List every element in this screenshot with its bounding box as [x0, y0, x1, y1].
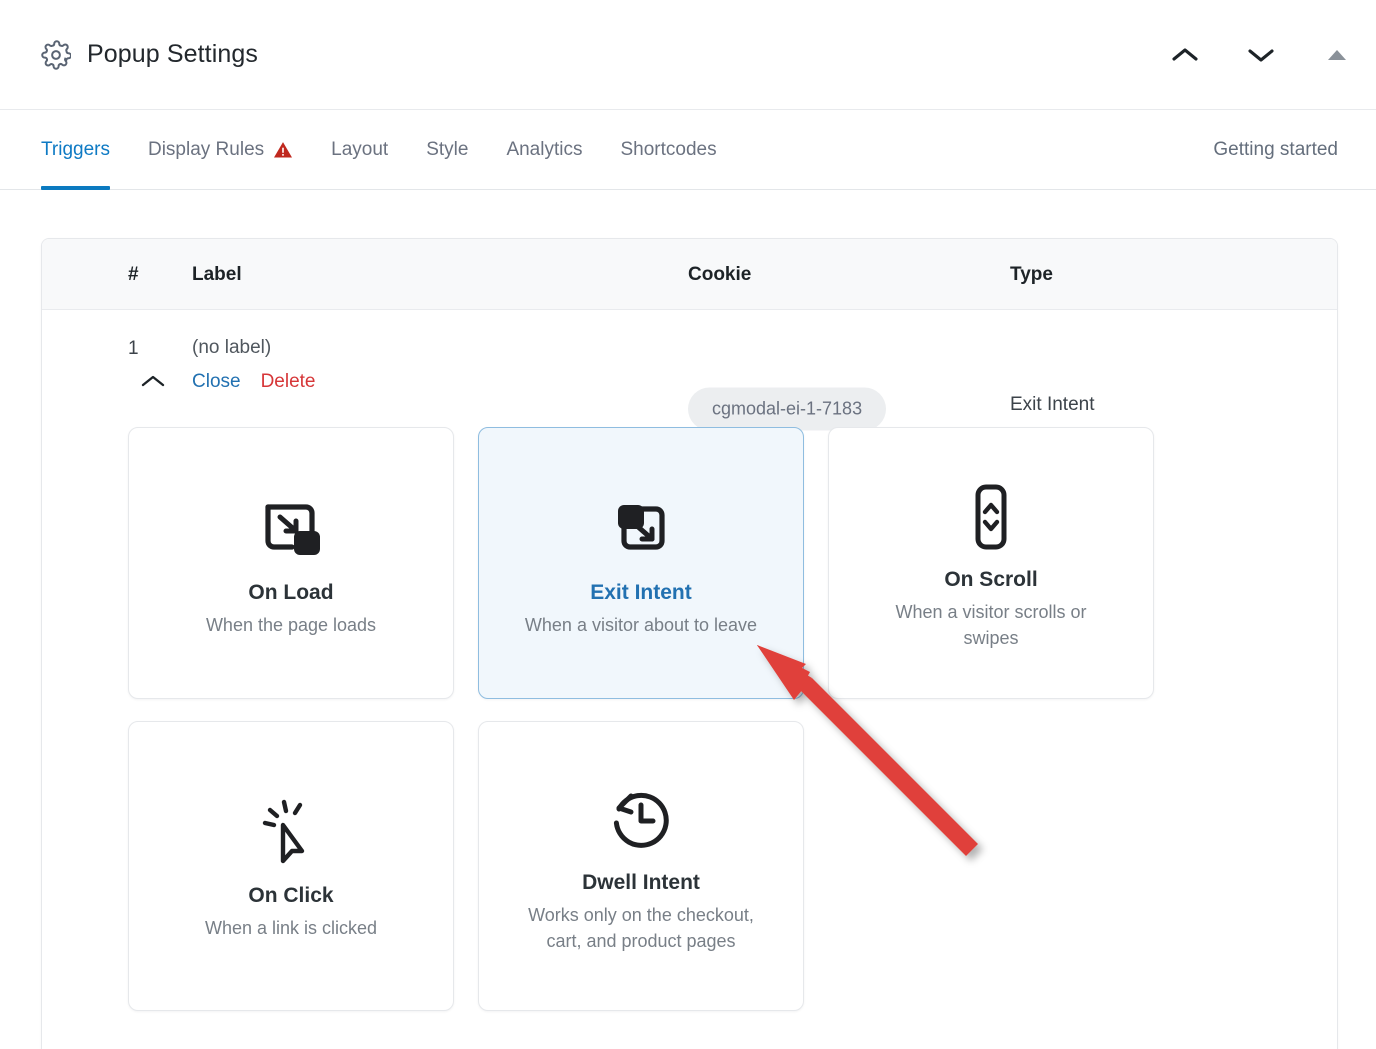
- move-up-button[interactable]: [1164, 34, 1206, 76]
- tab-layout[interactable]: Layout: [312, 110, 407, 190]
- trigger-card-desc: When a link is clicked: [204, 918, 378, 939]
- trigger-card-on-click[interactable]: On Click When a link is clicked: [128, 721, 454, 1011]
- cookie-badge: cgmodal-ei-1-7183: [688, 387, 887, 431]
- tab-label: Shortcodes: [620, 139, 717, 160]
- row-label: (no label): [192, 337, 272, 358]
- trigger-card-title: On Load: [248, 581, 334, 605]
- collapse-panel-button[interactable]: [1316, 34, 1358, 76]
- trigger-type-grid: On Load When the page loads Exit Intent …: [128, 427, 1154, 1011]
- column-header-type: Type: [1010, 263, 1053, 285]
- on-load-icon: [256, 487, 326, 573]
- warning-triangle-icon: [273, 141, 293, 159]
- trigger-card-on-load[interactable]: On Load When the page loads: [128, 427, 454, 699]
- popup-settings-screen: Popup Settings Triggers Display Rules La…: [0, 0, 1376, 1049]
- triggers-table-header: # Label Cookie Type: [42, 239, 1337, 310]
- trigger-card-title: On Scroll: [944, 568, 1038, 592]
- tab-label: Layout: [331, 139, 389, 160]
- move-down-button[interactable]: [1240, 34, 1282, 76]
- column-header-number: #: [128, 263, 139, 285]
- trigger-card-exit-intent[interactable]: Exit Intent When a visitor about to leav…: [478, 427, 804, 699]
- getting-started-label: Getting started: [1213, 139, 1338, 160]
- trigger-card-on-scroll[interactable]: On Scroll When a visitor scrolls or swip…: [828, 427, 1154, 699]
- tab-shortcodes[interactable]: Shortcodes: [601, 110, 735, 190]
- trigger-card-desc: When a visitor scrolls or swipes: [895, 602, 1087, 648]
- trigger-card-title: Dwell Intent: [582, 871, 700, 895]
- trigger-card-desc: Works only on the checkout, cart, and pr…: [528, 905, 754, 951]
- tab-label: Triggers: [41, 139, 110, 160]
- on-click-icon: [258, 790, 324, 876]
- gear-icon: [41, 39, 71, 70]
- row-action-links: Close Delete: [192, 371, 316, 393]
- close-link[interactable]: Close: [192, 371, 241, 393]
- dwell-intent-icon: [608, 777, 674, 863]
- tab-triggers[interactable]: Triggers: [41, 110, 129, 190]
- delete-link[interactable]: Delete: [261, 371, 316, 393]
- tab-label: Analytics: [506, 139, 583, 160]
- chevron-up-icon: [139, 373, 167, 395]
- tab-bar: Triggers Display Rules Layout Style Anal…: [0, 110, 1376, 190]
- triggers-panel: # Label Cookie Type 1 (no label) Close D…: [41, 238, 1338, 1049]
- trigger-card-title: Exit Intent: [590, 581, 692, 605]
- tab-label: Display Rules: [147, 139, 265, 160]
- getting-started-link[interactable]: Getting started: [1213, 110, 1338, 190]
- column-header-label: Label: [192, 263, 242, 285]
- trigger-card-dwell-intent[interactable]: Dwell Intent Works only on the checkout,…: [478, 721, 804, 1011]
- row-type: Exit Intent: [1010, 394, 1095, 415]
- tab-style[interactable]: Style: [407, 110, 487, 190]
- tab-display-rules[interactable]: Display Rules: [129, 110, 312, 190]
- header-controls: [1164, 0, 1358, 110]
- tab-list: Triggers Display Rules Layout Style Anal…: [41, 110, 736, 190]
- header-title-group: Popup Settings: [41, 39, 258, 70]
- page-title: Popup Settings: [87, 40, 258, 68]
- exit-intent-icon: [606, 487, 676, 573]
- trigger-card-title: On Click: [248, 884, 334, 908]
- page-header: Popup Settings: [0, 0, 1376, 110]
- on-scroll-icon: [965, 474, 1017, 560]
- trigger-card-desc: When a visitor about to leave: [524, 615, 758, 636]
- trigger-card-desc: When the page loads: [205, 615, 377, 636]
- tab-label: Style: [426, 139, 469, 160]
- row-collapse-toggle[interactable]: [138, 370, 168, 398]
- column-header-cookie: Cookie: [688, 263, 752, 285]
- row-number: 1: [128, 338, 139, 359]
- tab-analytics[interactable]: Analytics: [487, 110, 601, 190]
